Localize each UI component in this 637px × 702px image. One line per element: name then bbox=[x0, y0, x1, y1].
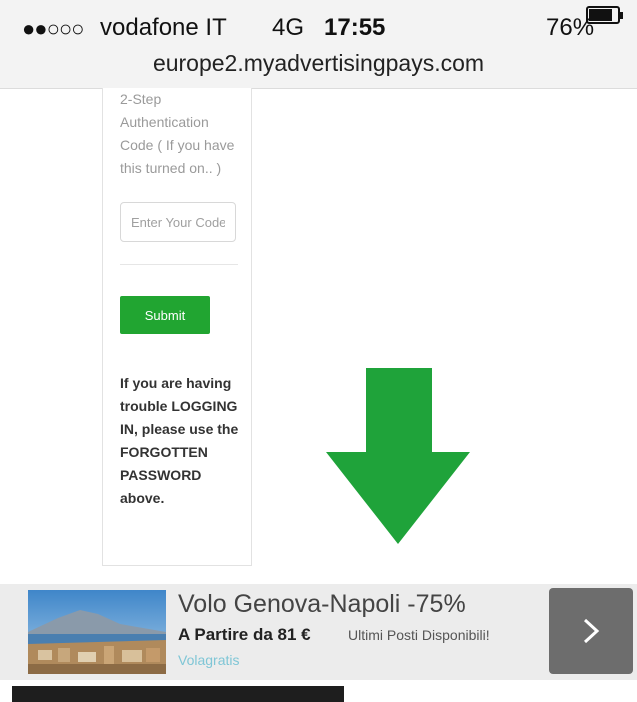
two-step-auth-code-input[interactable] bbox=[120, 202, 236, 242]
battery-fill bbox=[589, 9, 612, 21]
submit-button[interactable]: Submit bbox=[120, 296, 210, 334]
ad-brand-link[interactable]: Volagratis bbox=[178, 652, 239, 668]
bottom-toolbar-edge bbox=[12, 686, 344, 702]
signal-strength-icon: ●●○○○ bbox=[22, 16, 84, 41]
ad-title[interactable]: Volo Genova-Napoli -75% bbox=[178, 590, 466, 619]
network-type: 4G bbox=[272, 14, 305, 41]
login-panel: 2-Step Authentication Code ( If you have… bbox=[102, 88, 252, 566]
battery-nub bbox=[620, 12, 623, 19]
status-bar: ●●○○○ vodafone IT 4G 17:55 76% europe2.m… bbox=[0, 0, 637, 89]
naples-bay-image[interactable] bbox=[28, 590, 166, 674]
ad-next-button[interactable] bbox=[549, 588, 633, 674]
carrier-name: vodafone IT bbox=[100, 14, 227, 41]
clock-time: 17:55 bbox=[324, 14, 386, 41]
arrow-down-icon bbox=[326, 368, 470, 544]
divider bbox=[120, 264, 238, 265]
status-row: ●●○○○ vodafone IT 4G 17:55 76% bbox=[22, 14, 625, 48]
ad-subtitle: Ultimi Posti Disponibili! bbox=[348, 627, 490, 643]
ad-banner[interactable]: Volo Genova-Napoli -75% A Partire da 81 … bbox=[0, 584, 637, 680]
login-trouble-note: If you are having trouble LOGGING IN, pl… bbox=[120, 375, 239, 506]
ad-price: A Partire da 81 € bbox=[178, 625, 311, 644]
url-bar[interactable]: europe2.myadvertisingpays.com bbox=[0, 50, 637, 77]
battery-icon bbox=[586, 6, 620, 24]
chevron-right-icon bbox=[583, 618, 600, 644]
two-step-auth-label: 2-Step Authentication Code ( If you have… bbox=[120, 91, 235, 176]
